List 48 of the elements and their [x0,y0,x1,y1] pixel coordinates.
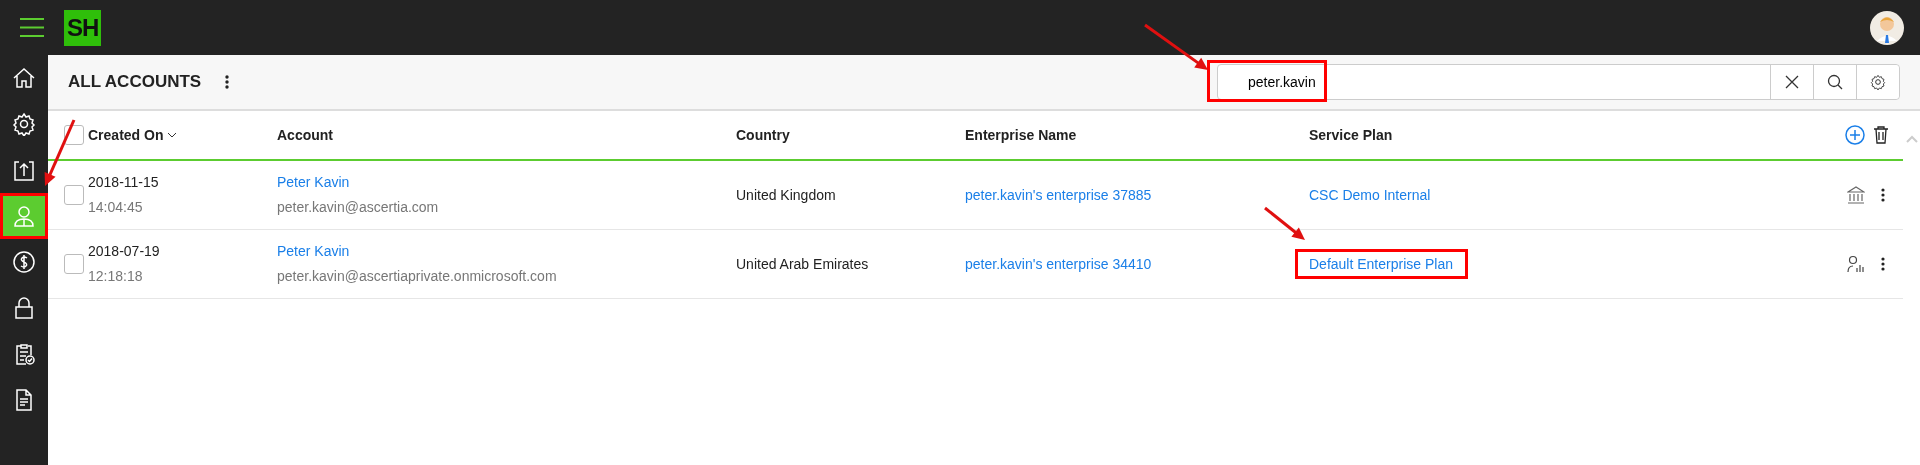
dollar-icon [12,250,36,274]
sort-caret-icon[interactable] [167,132,178,138]
service-plan-link[interactable]: CSC Demo Internal [1309,186,1431,203]
bank-icon[interactable] [1847,186,1865,204]
row-checkbox[interactable] [64,254,84,274]
search-field[interactable]: peter.kavin [1218,65,1770,99]
avatar[interactable] [1870,10,1904,45]
column-header[interactable]: Service Plan [1309,124,1393,146]
more-icon[interactable] [1881,188,1885,202]
created-date: 2018-11-15 [88,173,160,192]
settings-icon [1870,74,1886,90]
account-link[interactable]: Peter Kavin [277,241,736,262]
page-title: ALL ACCOUNTS [68,71,202,94]
logo: SH [64,9,102,46]
delete-icon[interactable] [1873,126,1889,144]
settings-icon [12,112,36,136]
person-chart-icon[interactable] [1847,255,1865,273]
more-icon[interactable] [1881,257,1885,271]
person-icon [12,204,36,228]
account-link[interactable]: Peter Kavin [277,172,736,193]
country-text: United Arab Emirates [736,255,869,272]
enterprise-link[interactable]: peter.kavin's enterprise 37885 [965,186,1152,203]
search-icon [1827,74,1843,90]
annotation-arrow [1264,206,1305,240]
home-icon [12,66,36,90]
column-header[interactable]: Country [736,124,790,146]
settings-button[interactable] [1856,65,1899,99]
annotation-arrow [44,119,76,186]
account-email: peter.kavin@ascertia.com [277,198,440,217]
enterprise-link[interactable]: peter.kavin's enterprise 34410 [965,255,1152,272]
column-header[interactable]: Enterprise Name [965,124,1077,146]
service-plan-link[interactable]: Default Enterprise Plan [1295,248,1468,279]
column-header[interactable]: Created On [88,124,178,146]
annotation-arrow [1144,23,1208,70]
column-header[interactable]: Account [277,124,333,146]
created-time: 12:18:18 [88,267,144,286]
lock-icon [12,296,36,320]
menu-icon[interactable] [20,18,44,37]
created-date: 2018-07-19 [88,242,161,261]
more-icon[interactable] [225,75,230,89]
country-text: United Kingdom [736,186,836,203]
account-email: peter.kavin@ascertiaprivate.onmicrosoft.com [277,267,558,286]
upload-icon [12,158,36,182]
created-time: 14:04:45 [88,198,144,217]
close-icon [1785,75,1799,89]
add-icon[interactable] [1845,125,1865,145]
row-checkbox[interactable] [64,185,84,205]
search-bar[interactable]: peter.kavin [1217,64,1900,100]
